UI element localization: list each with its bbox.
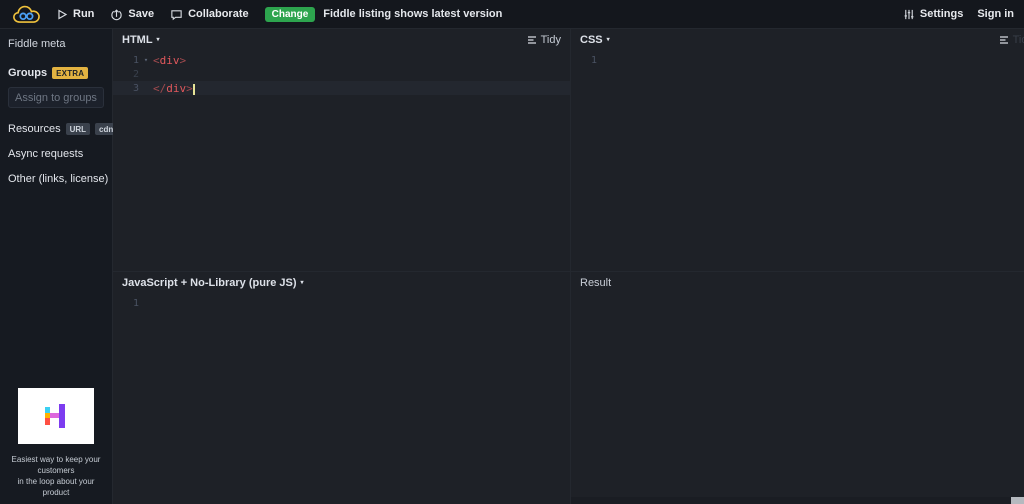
css-panel-header: CSS ▾ xyxy=(571,29,1024,50)
ad-caption-line1: Easiest way to keep your customers xyxy=(8,454,104,476)
result-scrollbar-track[interactable] xyxy=(571,497,1024,504)
save-upload-icon xyxy=(110,8,123,21)
fiddle-meta-sidebar: Fiddle meta Groups EXTRA Resources URL c… xyxy=(0,29,113,504)
line-number: 3 xyxy=(113,83,139,94)
groups-section-header[interactable]: Groups EXTRA xyxy=(8,67,104,79)
sign-in-button[interactable]: Sign in xyxy=(977,8,1014,20)
result-scrollbar-corner[interactable] xyxy=(1011,497,1024,504)
line-number: 2 xyxy=(113,69,139,80)
change-badge-button[interactable]: Change xyxy=(265,7,316,22)
collaborate-label: Collaborate xyxy=(188,8,249,20)
top-toolbar: Run Save Collaborate Change Fiddle listi… xyxy=(0,0,1024,29)
html-tidy-button[interactable]: Tidy xyxy=(527,34,561,46)
fiddle-listing-note: Fiddle listing shows latest version xyxy=(323,8,502,20)
jsfiddle-logo[interactable] xyxy=(10,2,46,27)
css-tidy-label: Tidy xyxy=(1013,34,1024,46)
async-requests-label: Async requests xyxy=(8,148,83,160)
javascript-dropdown-caret-icon[interactable]: ▾ xyxy=(301,279,304,286)
html-panel: HTML ▾ Tidy 1 ▾ <div> xyxy=(113,29,571,272)
css-tidy-button-dimmed[interactable]: Tidy xyxy=(999,29,1024,50)
text-cursor xyxy=(193,84,195,95)
css-panel-title[interactable]: CSS xyxy=(580,34,603,46)
collaborate-bubble-icon xyxy=(170,8,183,21)
other-section-header[interactable]: Other (links, license) xyxy=(8,173,104,185)
sign-in-label: Sign in xyxy=(977,8,1014,20)
resources-section-header[interactable]: Resources URL cdnjs xyxy=(8,123,104,135)
url-badge: URL xyxy=(66,123,90,135)
run-play-icon xyxy=(56,8,68,21)
topbar-right-group: Settings Sign in xyxy=(903,8,1014,21)
run-button[interactable]: Run xyxy=(56,8,94,21)
line-number: 1 xyxy=(571,55,597,66)
line-number: 1 xyxy=(113,55,139,66)
javascript-panel-title[interactable]: JavaScript + No-Library (pure JS) xyxy=(122,277,297,289)
result-panel-title: Result xyxy=(580,277,611,289)
save-button[interactable]: Save xyxy=(110,8,154,21)
html-code-line-1: 1 ▾ <div> xyxy=(113,53,570,67)
css-panel: CSS ▾ Tidy 1 xyxy=(571,29,1024,272)
settings-button[interactable]: Settings xyxy=(903,8,963,21)
headway-logo-icon xyxy=(45,404,67,428)
fold-caret-icon[interactable]: ▾ xyxy=(139,56,153,64)
groups-label: Groups xyxy=(8,67,47,79)
css-code-line-1: 1 xyxy=(571,53,1024,67)
html-panel-title[interactable]: HTML xyxy=(122,34,153,46)
js-code-line-1: 1 xyxy=(113,296,570,310)
sidebar-ad: Easiest way to keep your customers in th… xyxy=(8,388,104,498)
javascript-code-editor[interactable]: 1 xyxy=(113,293,570,310)
ad-image[interactable] xyxy=(18,388,94,444)
ad-caption-line2: in the loop about your product xyxy=(8,476,104,498)
main-area: Fiddle meta Groups EXTRA Resources URL c… xyxy=(0,29,1024,504)
html-code-text: </div> xyxy=(153,82,195,95)
settings-label: Settings xyxy=(920,8,963,20)
html-code-line-2: 2 xyxy=(113,67,570,81)
tidy-lines-icon xyxy=(527,35,537,45)
assign-to-groups-input[interactable] xyxy=(8,87,104,108)
async-requests-section-header[interactable]: Async requests xyxy=(8,148,104,160)
line-number: 1 xyxy=(113,298,139,309)
extra-badge: EXTRA xyxy=(52,67,88,79)
resources-label: Resources xyxy=(8,123,61,135)
settings-sliders-icon xyxy=(903,8,915,21)
javascript-panel-header: JavaScript + No-Library (pure JS) ▾ xyxy=(113,272,570,293)
result-panel-header: Result xyxy=(571,272,1024,293)
other-label: Other (links, license) xyxy=(8,173,108,185)
sidebar-title: Fiddle meta xyxy=(8,38,104,50)
ad-caption[interactable]: Easiest way to keep your customers in th… xyxy=(8,454,104,498)
collaborate-button[interactable]: Collaborate xyxy=(170,8,249,21)
run-label: Run xyxy=(73,8,94,20)
html-code-line-3: 3 </div> xyxy=(113,81,570,95)
html-panel-header: HTML ▾ Tidy xyxy=(113,29,570,50)
jsfiddle-app: Run Save Collaborate Change Fiddle listi… xyxy=(0,0,1024,504)
tidy-lines-icon xyxy=(999,35,1009,45)
javascript-panel: JavaScript + No-Library (pure JS) ▾ 1 xyxy=(113,272,571,504)
css-dropdown-caret-icon[interactable]: ▾ xyxy=(607,36,610,43)
editor-grid: HTML ▾ Tidy 1 ▾ <div> xyxy=(113,29,1024,504)
html-code-text: <div> xyxy=(153,54,186,67)
html-tidy-label: Tidy xyxy=(541,34,561,46)
html-dropdown-caret-icon[interactable]: ▾ xyxy=(157,36,160,43)
save-label: Save xyxy=(128,8,154,20)
css-code-editor[interactable]: 1 xyxy=(571,50,1024,67)
jsfiddle-cloud-icon xyxy=(12,3,44,26)
result-panel: Result xyxy=(571,272,1024,504)
html-code-editor[interactable]: 1 ▾ <div> 2 3 </div> xyxy=(113,50,570,95)
